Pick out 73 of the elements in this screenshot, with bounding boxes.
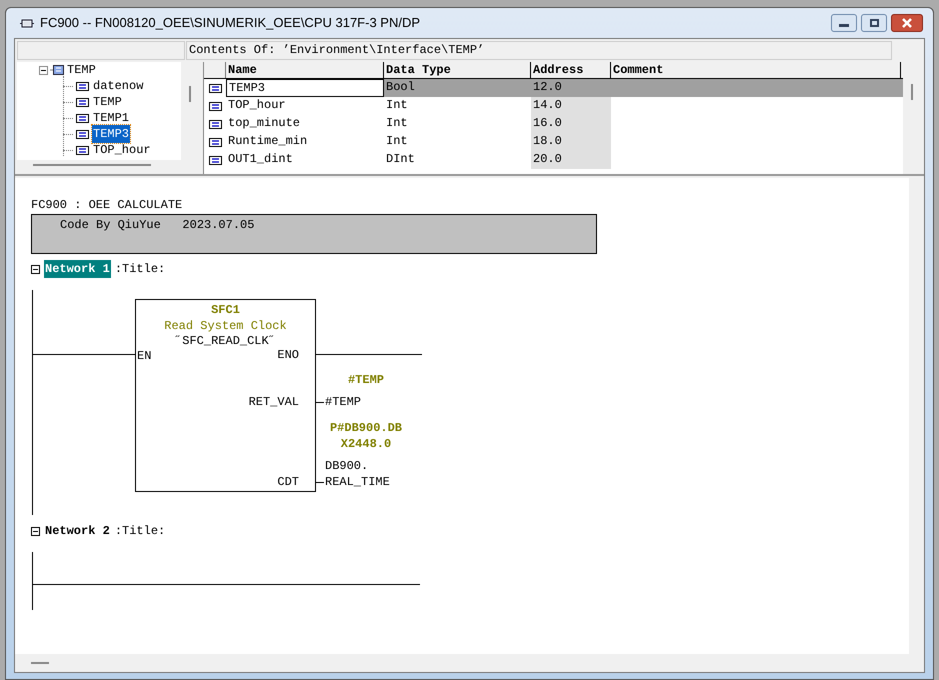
tree-item[interactable]: TOP_hour (92, 141, 152, 159)
table-cell-text: 12.0 (532, 79, 563, 96)
output-pin-label: CDT (277, 474, 299, 491)
tree-item[interactable]: TEMP (92, 93, 123, 111)
network-title: :Title: (114, 261, 166, 278)
output-pin-label: RET_VAL (248, 394, 299, 411)
block-name: SFC1 (210, 302, 241, 319)
window-title: FC900 -- FN008120_OEE\SINUMERIK_OEE\CPU 317F-3 PN/DP (40, 14, 420, 32)
table-cell-text: Bool (385, 79, 416, 96)
variable-icon (208, 120, 222, 128)
variable-icon (76, 82, 89, 90)
variable-icon (208, 138, 222, 146)
block-description: Read System Clock (163, 318, 288, 335)
maximize-button[interactable] (861, 14, 887, 32)
variable-icon (76, 146, 89, 154)
column-header[interactable]: Data Type (384, 62, 531, 78)
network-label[interactable]: Network 2 (44, 522, 111, 540)
table-cell: 20.0 (531, 151, 611, 169)
table-cell-text: Int (385, 133, 409, 150)
column-header[interactable]: Address (531, 62, 611, 78)
table-cell-text: Int (385, 115, 409, 132)
output-pin-label: ENO (277, 347, 299, 364)
table-row[interactable]: top_minute Int 16.0 (204, 115, 903, 133)
table-row[interactable]: Runtime_min Int 18.0 (204, 133, 903, 151)
tree-item[interactable]: datenow (92, 77, 144, 95)
variable-icon (208, 84, 222, 92)
collapse-toggle[interactable] (39, 66, 48, 74)
operand-address: #TEMP (346, 372, 385, 388)
function-block[interactable]: SFC1 Read System Clock ˝SFC_READ_CLK˝ EN ENO RET_VAL CDT (135, 299, 316, 492)
scrollbar-thumb[interactable] (911, 84, 913, 100)
block-comment: Code By QiuYue 2023.07.05 (31, 214, 597, 254)
scrollbar-thumb[interactable] (31, 662, 49, 664)
contents-header: Contents Of: ’Environment\Interface\TEMP’ (186, 41, 892, 60)
variable-icon (208, 156, 222, 164)
folder-icon (50, 65, 64, 75)
variable-icon (208, 102, 222, 110)
window-icon (20, 18, 34, 28)
table-cell-text: DInt (385, 151, 416, 168)
table-cell: TEMP3 (226, 79, 384, 97)
close-button[interactable] (891, 14, 923, 32)
tree-item[interactable]: TEMP (66, 61, 97, 79)
wire-line (316, 402, 324, 403)
table-row[interactable]: TOP_hour Int 14.0 (204, 97, 903, 115)
wire-line (316, 482, 324, 483)
table-row[interactable]: OUT1_dint DInt 20.0 (204, 151, 903, 169)
collapse-toggle[interactable] (31, 526, 40, 536)
minimize-button[interactable] (831, 14, 857, 32)
column-header[interactable]: Name (226, 62, 384, 78)
minimize-icon (839, 24, 849, 26)
collapse-toggle[interactable] (31, 264, 40, 274)
scrollbar-thumb[interactable] (33, 164, 151, 166)
tree-item[interactable]: TEMP1 (92, 109, 130, 127)
table-row[interactable]: TEMP3 Bool 12.0 (204, 79, 903, 97)
maximize-icon (870, 19, 878, 27)
variable-icon (76, 98, 89, 106)
table-cell-text: Int (385, 97, 409, 114)
operand-symbol: DB900. REAL_TIME (325, 458, 390, 490)
table-cell: 14.0 (531, 97, 611, 115)
network-title: :Title: (114, 523, 166, 540)
network-label[interactable]: Network 1 (44, 260, 111, 278)
input-pin-label: EN (137, 348, 152, 365)
close-icon (901, 18, 913, 28)
table-cell: 18.0 (531, 133, 611, 151)
tree-item[interactable]: TEMP3 (92, 125, 130, 143)
operand-address: P#DB900.DB X2448.0 (328, 420, 403, 452)
variable-icon (76, 130, 89, 138)
variable-icon (76, 114, 89, 122)
column-header[interactable]: Comment (611, 62, 901, 78)
block-title: FC900 : OEE CALCULATE (31, 197, 184, 213)
operand-symbol: #TEMP (325, 394, 362, 410)
scrollbar-thumb[interactable] (189, 86, 191, 102)
block-symbol: ˝SFC_READ_CLK˝ (174, 333, 277, 350)
table-cell: 16.0 (531, 115, 611, 133)
